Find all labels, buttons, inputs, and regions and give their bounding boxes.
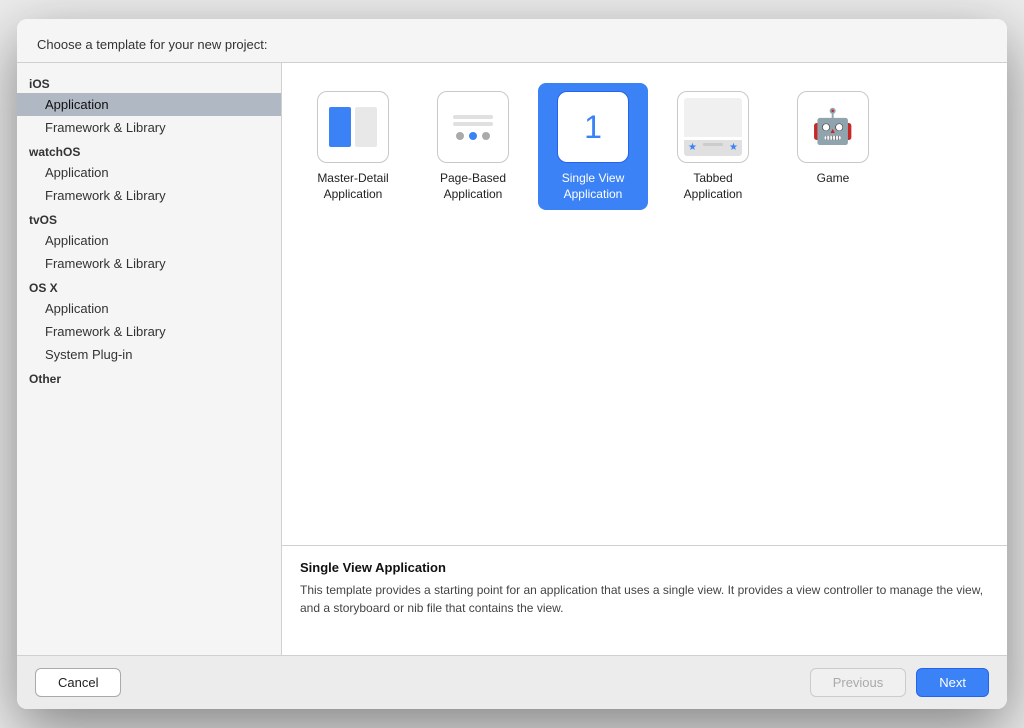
template-icon-page-based (437, 91, 509, 163)
sidebar-item-ios-application[interactable]: Application (17, 93, 281, 116)
template-item-single-view[interactable]: 1 Single ViewApplication (538, 83, 648, 210)
category-tvos: tvOS (17, 207, 281, 229)
tab-line (703, 143, 723, 146)
template-item-master-detail[interactable]: Master-DetailApplication (298, 83, 408, 210)
sidebar-item-osx-plugin[interactable]: System Plug-in (17, 343, 281, 366)
tab-content-area (684, 98, 742, 137)
template-label-single-view: Single ViewApplication (562, 171, 624, 202)
template-icon-tabbed: ★ ★ (677, 91, 749, 163)
template-dialog: Choose a template for your new project: … (17, 19, 1007, 709)
template-label-page-based: Page-BasedApplication (440, 171, 506, 202)
cancel-button[interactable]: Cancel (35, 668, 121, 697)
sidebar-item-watchos-application[interactable]: Application (17, 161, 281, 184)
page-dots (456, 132, 490, 140)
detail-col (355, 107, 377, 147)
footer-right: Previous Next (810, 668, 989, 697)
template-label-master-detail: Master-DetailApplication (317, 171, 388, 202)
tab-icon-star2: ★ (729, 143, 738, 153)
template-grid: Master-DetailApplication (282, 63, 1007, 545)
category-osx: OS X (17, 275, 281, 297)
description-panel: Single View Application This template pr… (282, 545, 1007, 655)
category-other: Other (17, 366, 281, 388)
template-item-page-based[interactable]: Page-BasedApplication (418, 83, 528, 210)
category-watchos: watchOS (17, 139, 281, 161)
game-illustration: 🤖 (812, 92, 854, 162)
template-item-game[interactable]: 🤖 Game (778, 83, 888, 210)
template-icon-game: 🤖 (797, 91, 869, 163)
previous-button[interactable]: Previous (810, 668, 907, 697)
page-based-illustration (453, 92, 493, 162)
sidebar-item-osx-application[interactable]: Application (17, 297, 281, 320)
dialog-footer: Cancel Previous Next (17, 655, 1007, 709)
page-line-1 (453, 115, 493, 119)
dialog-body: iOS Application Framework & Library watc… (17, 63, 1007, 655)
content-area: Master-DetailApplication (282, 63, 1007, 655)
template-icon-single-view: 1 (557, 91, 629, 163)
template-label-game: Game (817, 171, 850, 187)
next-button[interactable]: Next (916, 668, 989, 697)
dot-1 (456, 132, 464, 140)
category-ios: iOS (17, 71, 281, 93)
dialog-header: Choose a template for your new project: (17, 19, 1007, 63)
master-col (329, 107, 351, 147)
sidebar-item-osx-framework[interactable]: Framework & Library (17, 320, 281, 343)
single-view-illustration: 1 (584, 92, 602, 162)
tabbed-illustration: ★ ★ (678, 92, 748, 162)
sidebar-item-tvos-application[interactable]: Application (17, 229, 281, 252)
tab-icon-star: ★ (688, 143, 697, 153)
tab-bar: ★ ★ (684, 140, 742, 156)
description-title: Single View Application (300, 560, 989, 575)
master-detail-illustration (318, 92, 388, 162)
template-label-tabbed: TabbedApplication (684, 171, 743, 202)
description-text: This template provides a starting point … (300, 581, 989, 617)
dialog-title: Choose a template for your new project: (37, 37, 268, 52)
sidebar-item-ios-framework[interactable]: Framework & Library (17, 116, 281, 139)
template-icon-master-detail (317, 91, 389, 163)
page-line-2 (453, 122, 493, 126)
template-item-tabbed[interactable]: ★ ★ TabbedApplication (658, 83, 768, 210)
page-lines (453, 115, 493, 126)
dot-3 (482, 132, 490, 140)
sidebar-item-watchos-framework[interactable]: Framework & Library (17, 184, 281, 207)
sidebar-item-tvos-framework[interactable]: Framework & Library (17, 252, 281, 275)
dot-2 (469, 132, 477, 140)
sidebar: iOS Application Framework & Library watc… (17, 63, 282, 655)
